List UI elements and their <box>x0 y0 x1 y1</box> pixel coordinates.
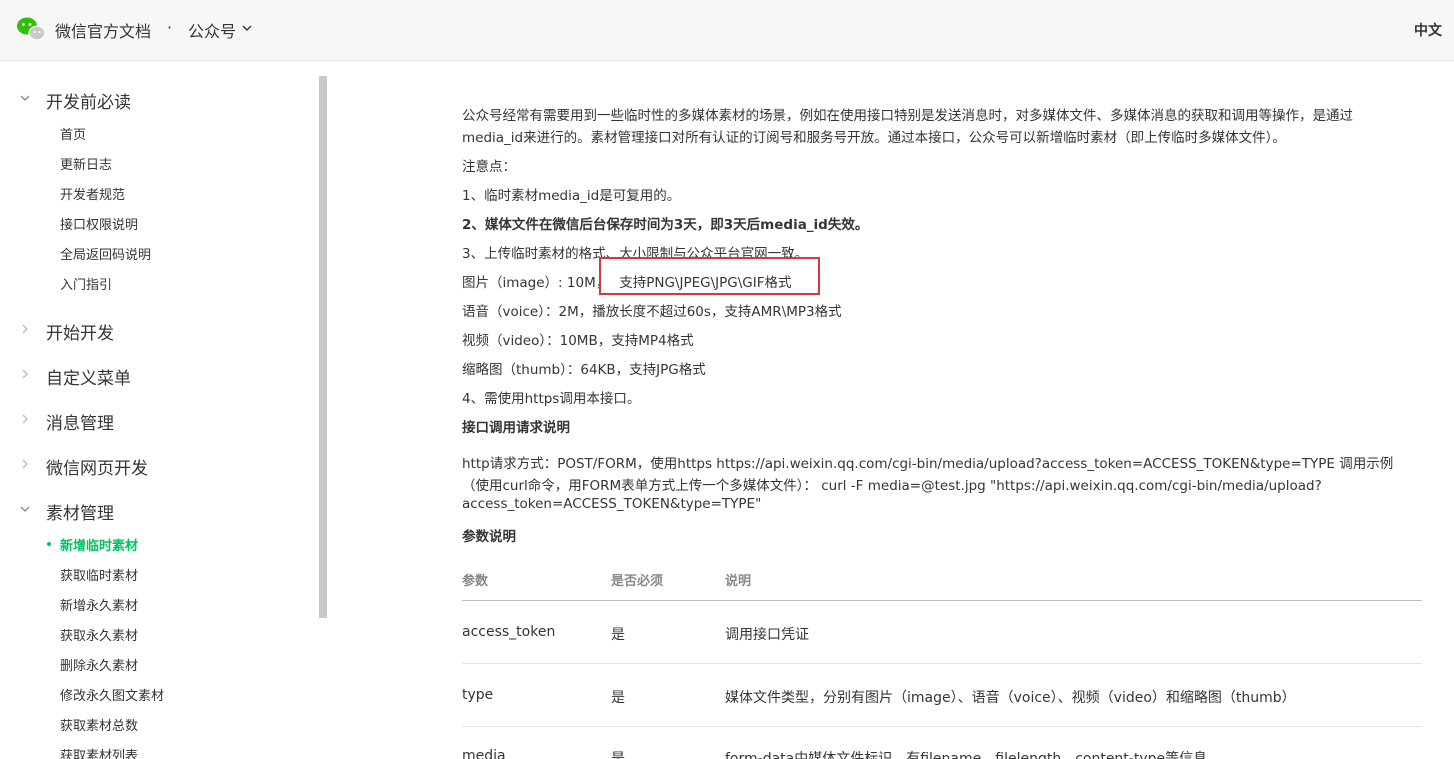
table-cell-desc: 媒体文件类型，分别有图片（image）、语音（voice）、视频（video）和… <box>725 690 1296 706</box>
note-1: 1、临时素材media_id是可复用的。 <box>462 188 681 204</box>
sidebar-item-add-perm-media[interactable]: 新增永久素材 <box>60 595 138 614</box>
sidebar-item-media-list[interactable]: 获取素材列表 <box>60 745 138 759</box>
image-limit-prefix: 图片（image）: 10M， <box>462 275 610 291</box>
note-2: 2、媒体文件在微信后台保存时间为3天，即3天后media_id失效。 <box>462 217 869 233</box>
notes-title: 注意点： <box>462 159 516 175</box>
request-line-2: （使用curl命令，用FORM表单方式上传一个多媒体文件）： curl -F m… <box>462 478 1322 494</box>
sidebar-item-edit-news-media[interactable]: 修改永久图文素材 <box>60 685 164 704</box>
sidebar-item-getting-started[interactable]: 入门指引 <box>60 274 112 293</box>
table-row-divider <box>462 726 1422 727</box>
sidebar-group-messages[interactable]: 消息管理 <box>46 409 114 434</box>
chevron-right-icon[interactable] <box>20 414 30 424</box>
header-separator: · <box>167 18 173 37</box>
voice-limit-line: 语音（voice）：2M，播放长度不超过60s，支持AMR\MP3格式 <box>462 304 842 320</box>
sidebar-item-delete-perm-media[interactable]: 删除永久素材 <box>60 655 138 674</box>
table-cell-required: 是 <box>611 627 625 643</box>
sidebar-group-start-dev[interactable]: 开始开发 <box>46 319 114 344</box>
note-4: 4、需使用https调用本接口。 <box>462 391 641 407</box>
table-cell-desc: 调用接口凭证 <box>725 627 809 643</box>
sidebar-item-media-count[interactable]: 获取素材总数 <box>60 715 138 734</box>
table-cell-param: media <box>462 748 506 759</box>
video-limit-line: 视频（video）：10MB，支持MP4格式 <box>462 333 694 349</box>
table-header-param: 参数 <box>462 574 489 589</box>
sidebar-item-permissions[interactable]: 接口权限说明 <box>60 214 138 233</box>
red-highlight-box <box>599 257 820 295</box>
sidebar-group-media[interactable]: 素材管理 <box>46 499 114 524</box>
sidebar-item-get-temp-media[interactable]: 获取临时素材 <box>60 565 138 584</box>
sidebar-item-get-perm-media[interactable]: 获取永久素材 <box>60 625 138 644</box>
chevron-right-icon[interactable] <box>20 369 30 379</box>
table-cell-param: access_token <box>462 624 556 640</box>
table-cell-desc: form-data中媒体文件标识，有filename、filelength、co… <box>725 751 1208 759</box>
wechat-logo-icon[interactable] <box>16 16 46 42</box>
sidebar-item-home[interactable]: 首页 <box>60 124 86 143</box>
sidebar-group-custom-menu[interactable]: 自定义菜单 <box>46 364 131 389</box>
chevron-down-icon[interactable] <box>20 93 30 103</box>
request-section-title: 接口调用请求说明 <box>462 420 570 436</box>
active-indicator <box>47 542 51 546</box>
chevron-down-icon[interactable] <box>242 23 252 33</box>
intro-paragraph-line-1: 公众号经常有需要用到一些临时性的多媒体素材的场景，例如在使用接口特别是发送消息时… <box>462 108 1353 124</box>
sidebar-item-add-temp-media[interactable]: 新增临时素材 <box>60 535 138 554</box>
language-switch[interactable]: 中文 <box>1414 20 1442 40</box>
thumb-limit-line: 缩略图（thumb）：64KB，支持JPG格式 <box>462 362 706 378</box>
table-row-divider <box>462 663 1422 664</box>
table-cell-required: 是 <box>611 751 625 759</box>
chevron-down-icon[interactable] <box>20 504 30 514</box>
top-bar: 微信官方文档 · 公众号 中文 <box>0 0 1454 61</box>
brand-title[interactable]: 微信官方文档 <box>55 18 151 42</box>
chevron-right-icon[interactable] <box>20 459 30 469</box>
sidebar-item-dev-rules[interactable]: 开发者规范 <box>60 184 125 203</box>
table-cell-param: type <box>462 687 494 703</box>
table-header-required: 是否必须 <box>611 574 664 589</box>
request-line-1: http请求方式：POST/FORM，使用https https://api.w… <box>462 456 1394 472</box>
table-header-desc: 说明 <box>725 574 752 589</box>
product-selector[interactable]: 公众号 <box>188 18 236 42</box>
sidebar-item-changelog[interactable]: 更新日志 <box>60 154 112 173</box>
table-header-divider <box>462 600 1422 601</box>
table-cell-required: 是 <box>611 690 625 706</box>
sidebar-group-web-dev[interactable]: 微信网页开发 <box>46 454 148 479</box>
sidebar-item-return-codes[interactable]: 全局返回码说明 <box>60 244 151 263</box>
params-section-title: 参数说明 <box>462 529 516 545</box>
intro-paragraph-line-2: media_id来进行的。素材管理接口对所有认证的订阅号和服务号开放。通过本接口… <box>462 130 1286 146</box>
sidebar-group-before-dev[interactable]: 开发前必读 <box>46 88 131 113</box>
sidebar-scrollbar[interactable] <box>319 76 327 618</box>
request-line-3: access_token=ACCESS_TOKEN&type=TYPE" <box>462 496 762 512</box>
chevron-right-icon[interactable] <box>20 324 30 334</box>
